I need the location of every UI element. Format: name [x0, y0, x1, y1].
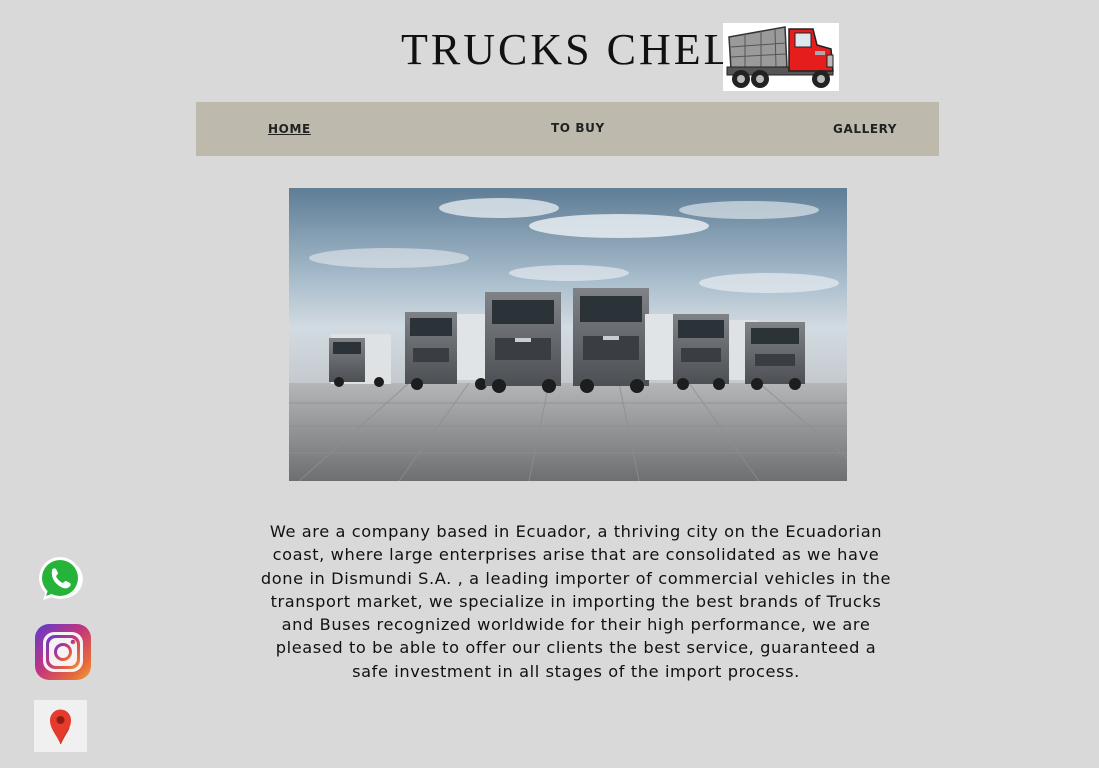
hero-trucks-image — [289, 188, 848, 482]
brand-title: TRUCKS CHEL — [401, 25, 734, 74]
google-maps-icon[interactable] — [34, 700, 87, 752]
main-nav: HOME TO BUY GALLERY — [196, 102, 939, 156]
whatsapp-icon[interactable] — [37, 556, 83, 602]
about-paragraph: We are a company based in Ecuador, a thr… — [260, 522, 892, 681]
dump-truck-logo — [723, 23, 839, 91]
nav-home-link[interactable]: HOME — [268, 122, 311, 136]
nav-gallery-link[interactable]: GALLERY — [833, 122, 897, 136]
nav-to-buy-link[interactable]: TO BUY — [551, 121, 605, 135]
instagram-icon[interactable] — [35, 624, 91, 680]
